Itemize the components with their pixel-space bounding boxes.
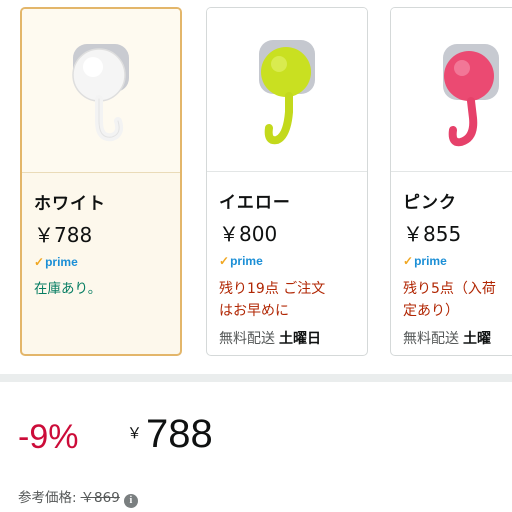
- delivery-info: 無料配送 土曜日: [219, 331, 321, 347]
- white-suction-hook-image: [22, 9, 180, 172]
- current-price: 788: [146, 412, 213, 456]
- prime-badge: ✓prime: [34, 255, 78, 269]
- stock-status: 残り19点 ご注文 はお早めに: [219, 281, 326, 319]
- variant-name: ピンク: [403, 193, 457, 213]
- variant-price: ￥855: [403, 222, 462, 246]
- reference-price: ￥869: [80, 490, 120, 506]
- stock-status: 在庫あり。: [34, 281, 102, 297]
- info-icon[interactable]: i: [123, 494, 138, 508]
- section-divider: [0, 374, 512, 382]
- prime-check-icon: ✓: [219, 254, 230, 268]
- discount-percentage: -9%: [18, 418, 79, 456]
- variant-price: ￥788: [34, 223, 93, 247]
- pink-suction-hook-image: [391, 8, 512, 171]
- variant-card-yellow[interactable]: イエロー ￥800 ✓prime 残り19点 ご注文 はお早めに 無料配送 土曜日: [206, 7, 368, 356]
- yellow-suction-hook-image: [207, 8, 367, 171]
- variant-card-white[interactable]: ホワイト ￥788 ✓prime 在庫あり。: [20, 7, 182, 356]
- currency-symbol: ￥: [127, 424, 143, 442]
- prime-badge: ✓prime: [403, 254, 447, 268]
- variant-card-pink[interactable]: ピンク ￥855 ✓prime 残り5点（入荷 定あり） 無料配送 土曜: [390, 7, 512, 356]
- prime-badge: ✓prime: [219, 254, 263, 268]
- reference-price-row: 参考価格: ￥869 i: [18, 486, 138, 508]
- delivery-info: 無料配送 土曜: [403, 331, 491, 347]
- reference-price-label: 参考価格:: [18, 490, 77, 506]
- prime-check-icon: ✓: [34, 255, 45, 269]
- variant-name: ホワイト: [34, 194, 106, 214]
- variant-price: ￥800: [219, 222, 278, 246]
- variant-name: イエロー: [219, 193, 291, 213]
- color-variant-strip: ホワイト ￥788 ✓prime 在庫あり。 イエロー ￥800 ✓prime …: [0, 0, 512, 372]
- stock-status: 残り5点（入荷 定あり）: [403, 281, 496, 319]
- prime-check-icon: ✓: [403, 254, 414, 268]
